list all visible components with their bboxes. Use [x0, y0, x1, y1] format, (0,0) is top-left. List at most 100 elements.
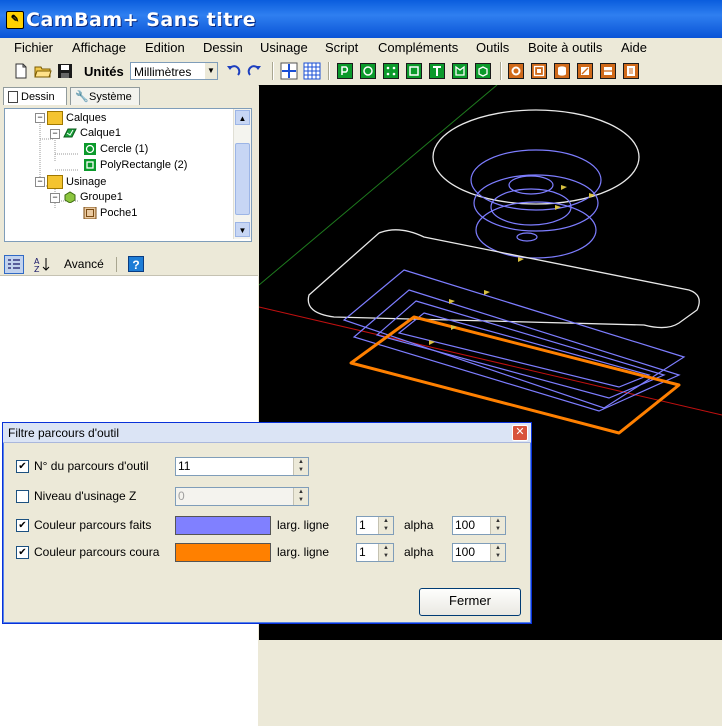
categorized-view-icon[interactable] [4, 255, 24, 274]
drawing-tree: − Calques − Calque1 Cercle (1) PolyRecta… [4, 108, 252, 242]
new-file-icon[interactable] [12, 62, 30, 80]
stepper-buttons[interactable]: ▲ ▼ [293, 458, 308, 475]
menu-script[interactable]: Script [325, 40, 358, 55]
current-color-checkbox[interactable]: ✔ [16, 546, 29, 559]
stepper-up-icon[interactable]: ▲ [379, 544, 393, 552]
stepper-buttons[interactable]: ▲ ▼ [490, 544, 505, 561]
done-line-width-stepper[interactable]: 1 ▲ ▼ [356, 516, 394, 535]
redo-icon[interactable] [246, 62, 264, 80]
done-line-width-label: larg. ligne [277, 518, 330, 532]
alphabetical-sort-icon[interactable]: AZ [32, 255, 52, 274]
menu-aide[interactable]: Aide [621, 40, 647, 55]
menu-affichage[interactable]: Affichage [72, 40, 126, 55]
text-tool-icon[interactable] [429, 63, 445, 79]
layer-icon [63, 127, 77, 139]
circle-tool-icon[interactable] [360, 63, 376, 79]
stepper-up-icon[interactable]: ▲ [294, 488, 308, 496]
collapse-calques[interactable]: − [35, 113, 45, 123]
stepper-down-icon[interactable]: ▼ [294, 466, 308, 474]
dialog-title: Filtre parcours d'outil [8, 426, 119, 440]
pocket-op-icon[interactable] [554, 63, 570, 79]
stepper-down-icon[interactable]: ▼ [491, 552, 505, 560]
stepper-down-icon[interactable]: ▼ [491, 525, 505, 533]
menu-complements[interactable]: Compléments [378, 40, 458, 55]
menu-outils[interactable]: Outils [476, 40, 509, 55]
app-icon[interactable]: ✎ [6, 11, 24, 29]
stepper-down-icon[interactable]: ▼ [379, 525, 393, 533]
gcode-op-icon[interactable] [623, 63, 639, 79]
tree-node-polyrectangle[interactable]: PolyRectangle (2) [83, 159, 187, 172]
done-color-swatch[interactable] [175, 516, 271, 535]
tree-node-groupe1[interactable]: Groupe1 [63, 191, 123, 204]
stepper-up-icon[interactable]: ▲ [294, 458, 308, 466]
collapse-usinage[interactable]: − [35, 177, 45, 187]
save-icon[interactable] [56, 62, 74, 80]
scroll-up-icon[interactable]: ▲ [235, 110, 250, 125]
tree-node-usinage[interactable]: Usinage [47, 175, 106, 189]
tree-scrollbar[interactable]: ▲ ▼ [233, 109, 251, 239]
scroll-down-icon[interactable]: ▼ [235, 222, 250, 237]
z-level-checkbox[interactable] [16, 490, 29, 503]
collapse-calque1[interactable]: − [50, 129, 60, 139]
tree-node-poche1-label: Poche1 [100, 207, 138, 219]
advanced-toggle[interactable]: Avancé [64, 257, 104, 271]
current-alpha-label: alpha [404, 545, 434, 559]
menu-dessin[interactable]: Dessin [203, 40, 243, 55]
tree-node-calque1[interactable]: Calque1 [63, 127, 121, 139]
collapse-groupe1[interactable]: − [50, 193, 60, 203]
current-line-width-stepper[interactable]: 1 ▲ ▼ [356, 543, 394, 562]
wrench-icon: 🔧 [75, 91, 89, 104]
menu-usinage[interactable]: Usinage [260, 40, 308, 55]
toolbar-separator [328, 62, 330, 80]
polyline-tool-icon[interactable] [337, 63, 353, 79]
tree-node-cercle[interactable]: Cercle (1) [83, 143, 148, 156]
close-button[interactable]: Fermer [419, 588, 521, 616]
undo-icon[interactable] [224, 62, 242, 80]
engrave-op-icon[interactable] [577, 63, 593, 79]
z-level-stepper[interactable]: 0 ▲ ▼ [175, 487, 309, 506]
tab-systeme[interactable]: 🔧Système [70, 87, 140, 105]
stepper-buttons[interactable]: ▲ ▼ [490, 517, 505, 534]
stepper-up-icon[interactable]: ▲ [379, 517, 393, 525]
tab-dessin[interactable]: Dessin [3, 87, 67, 105]
stepper-up-icon[interactable]: ▲ [491, 544, 505, 552]
stepper-buttons[interactable]: ▲ ▼ [378, 517, 393, 534]
help-icon[interactable]: ? [128, 256, 144, 272]
lathe-op-icon[interactable] [600, 63, 616, 79]
current-color-swatch[interactable] [175, 543, 271, 562]
tree-node-poche1[interactable]: Poche1 [83, 206, 138, 220]
surface-tool-icon[interactable] [475, 63, 491, 79]
profile-op-icon[interactable] [531, 63, 547, 79]
stepper-buttons[interactable]: ▲ ▼ [293, 488, 308, 505]
drill-op-icon[interactable] [508, 63, 524, 79]
rectangle-tool-icon[interactable] [406, 63, 422, 79]
stepper-buttons[interactable]: ▲ ▼ [378, 544, 393, 561]
toolpath-filter-dialog: Filtre parcours d'outil ✕ ✔ N° du parcou… [2, 422, 532, 624]
points-tool-icon[interactable] [383, 63, 399, 79]
stepper-down-icon[interactable]: ▼ [379, 552, 393, 560]
z-level-value: 0 [178, 489, 185, 503]
done-alpha-stepper[interactable]: 100 ▲ ▼ [452, 516, 506, 535]
machining-group-icon [63, 191, 77, 204]
done-color-checkbox[interactable]: ✔ [16, 519, 29, 532]
menu-edition[interactable]: Edition [145, 40, 185, 55]
toolpath-no-checkbox[interactable]: ✔ [16, 460, 29, 473]
open-folder-icon[interactable] [34, 62, 52, 80]
snap-grid-icon[interactable] [303, 62, 321, 80]
current-alpha-stepper[interactable]: 100 ▲ ▼ [452, 543, 506, 562]
toolpath-no-stepper[interactable]: 11 ▲ ▼ [175, 457, 309, 476]
done-color-label: Couleur parcours faits [34, 518, 152, 532]
stepper-up-icon[interactable]: ▲ [491, 517, 505, 525]
polygon-tool-icon[interactable] [452, 63, 468, 79]
toolpath-no-label: N° du parcours d'outil [34, 459, 149, 473]
chevron-down-icon[interactable]: ▼ [205, 63, 217, 79]
scroll-thumb[interactable] [235, 143, 250, 215]
close-icon[interactable]: ✕ [512, 425, 528, 441]
units-select[interactable]: Millimètres ▼ [130, 62, 218, 80]
tree-node-calques[interactable]: Calques [47, 111, 106, 125]
snap-point-icon[interactable] [280, 62, 298, 80]
title-bar: ✎ CamBam+ Sans titre [0, 0, 722, 38]
stepper-down-icon[interactable]: ▼ [294, 496, 308, 504]
menu-boite-a-outils[interactable]: Boite à outils [528, 40, 602, 55]
menu-fichier[interactable]: Fichier [14, 40, 53, 55]
